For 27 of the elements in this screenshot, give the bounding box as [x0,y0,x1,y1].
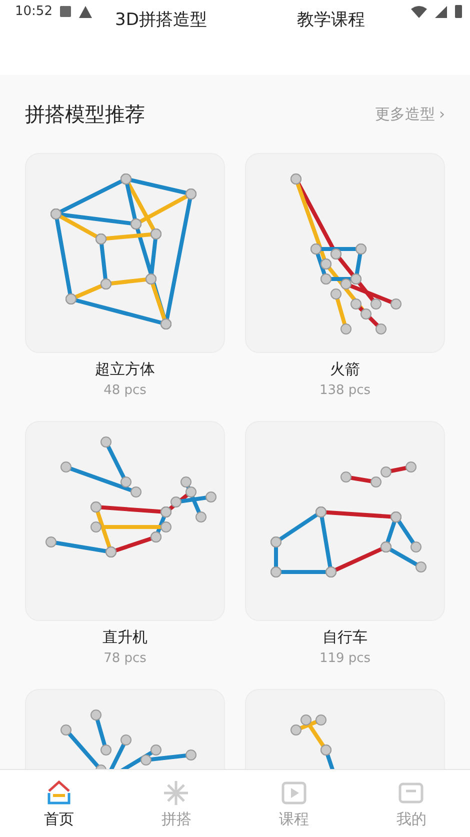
model-name: 自行车 [322,628,368,647]
section-title: 拼搭模型推荐 [25,100,145,128]
asterisk-icon [162,778,190,806]
model-name: 直升机 [102,628,148,647]
piece-count: 78 pcs [104,651,146,666]
nav-tab[interactable]: 首页 [0,770,118,837]
model-name: 超立方体 [95,360,155,379]
wifi-icon [411,6,427,18]
more-link[interactable]: 更多造型 › [375,104,445,124]
battery-icon [455,5,462,18]
header-tab[interactable]: 3D拼搭造型 [115,8,207,32]
model-name: 火箭 [330,360,360,379]
notification-icon [60,6,72,17]
signal-icon [435,6,447,18]
model-card[interactable] [245,421,445,621]
model-card[interactable] [245,153,445,353]
warning-icon [79,6,92,18]
nav-tab[interactable]: 拼搭 [118,770,235,837]
nav-tab[interactable]: 课程 [235,770,352,837]
model-card[interactable] [25,421,225,621]
nav-tab[interactable]: 我的 [352,770,470,837]
status-time: 10:52 [15,4,52,19]
header-tab[interactable]: 教学课程 [296,8,365,32]
piece-count: 119 pcs [319,651,371,666]
model-card[interactable] [25,153,225,353]
piece-count: 138 pcs [319,383,371,398]
piece-count: 48 pcs [104,383,146,398]
